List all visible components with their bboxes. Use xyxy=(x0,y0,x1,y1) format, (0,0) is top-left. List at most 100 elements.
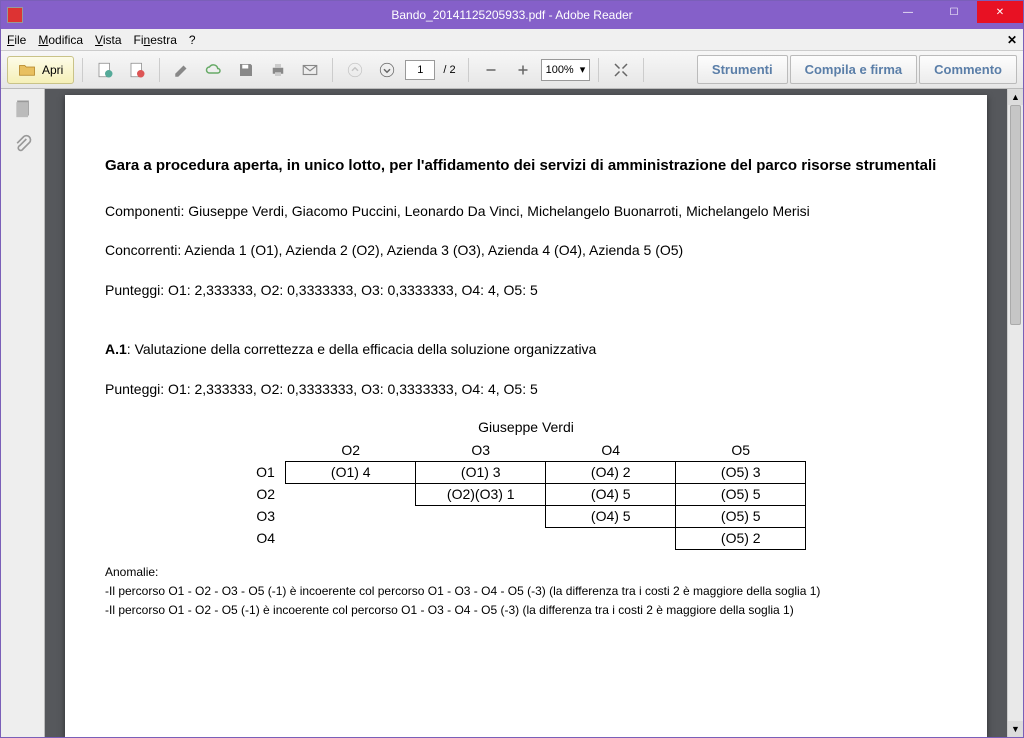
minus-icon xyxy=(482,61,500,79)
window-title: Bando_20141125205933.pdf - Adobe Reader xyxy=(391,8,632,22)
thumbnails-icon[interactable] xyxy=(13,97,33,119)
matrix-cell: (O1) 3 xyxy=(416,461,546,483)
pdf-export-icon xyxy=(128,61,146,79)
matrix-cell: (O5) 3 xyxy=(676,461,806,483)
read-mode-button[interactable] xyxy=(607,56,635,84)
expand-icon xyxy=(612,61,630,79)
page-up-button[interactable] xyxy=(341,56,369,84)
pdf-page: Gara a procedura aperta, in unico lotto,… xyxy=(65,95,987,737)
scroll-down-button[interactable]: ▼ xyxy=(1008,721,1023,737)
zoom-select[interactable]: 100%▾ xyxy=(541,59,591,81)
matrix-cell: (O1) 4 xyxy=(286,461,416,483)
menubar-close-icon[interactable]: ✕ xyxy=(1007,33,1017,47)
row-head: O2 xyxy=(246,483,286,505)
titlebar: Bando_20141125205933.pdf - Adobe Reader … xyxy=(1,1,1023,29)
vertical-scrollbar[interactable]: ▲ ▼ xyxy=(1007,89,1023,737)
document-viewport[interactable]: Gara a procedura aperta, in unico lotto,… xyxy=(45,89,1007,737)
a1-desc: : Valutazione della correttezza e della … xyxy=(127,341,597,357)
matrix-cell: (O4) 5 xyxy=(546,483,676,505)
comparison-matrix: Giuseppe Verdi O2 O3 O4 O5 O1 (O1) 4 xyxy=(105,419,947,550)
row-head: O1 xyxy=(246,461,286,483)
plus-icon xyxy=(514,61,532,79)
col-head: O4 xyxy=(546,439,676,461)
a1-id: A.1 xyxy=(105,341,127,357)
matrix-cell: (O4) 5 xyxy=(546,505,676,527)
app-window: Bando_20141125205933.pdf - Adobe Reader … xyxy=(0,0,1024,738)
doc-title: Gara a procedura aperta, in unico lotto,… xyxy=(105,155,947,178)
tab-compila[interactable]: Compila e firma xyxy=(790,55,918,84)
separator xyxy=(643,58,644,82)
pdf-export-button[interactable] xyxy=(123,56,151,84)
anomaly-line: -Il percorso O1 - O2 - O3 - O5 (-1) è in… xyxy=(105,583,947,600)
window-buttons: — ☐ ✕ xyxy=(885,1,1023,23)
page-input[interactable] xyxy=(405,60,435,80)
page-down-button[interactable] xyxy=(373,56,401,84)
tab-strumenti[interactable]: Strumenti xyxy=(697,55,788,84)
anomaly-line: -Il percorso O1 - O2 - O5 (-1) è incoere… xyxy=(105,602,947,619)
content-area: Gara a procedura aperta, in unico lotto,… xyxy=(1,89,1023,737)
page-total: / 2 xyxy=(443,64,455,76)
matrix-cell: (O5) 2 xyxy=(676,527,806,549)
concorrenti-line: Concorrenti: Azienda 1 (O1), Azienda 2 (… xyxy=(105,241,947,261)
separator xyxy=(332,58,333,82)
menubar: File Modifica Vista Finestra ? ✕ xyxy=(1,29,1023,51)
attachments-icon[interactable] xyxy=(13,133,33,155)
maximize-button[interactable]: ☐ xyxy=(931,1,977,23)
open-label: Apri xyxy=(42,63,63,77)
scroll-thumb[interactable] xyxy=(1010,105,1021,325)
separator xyxy=(159,58,160,82)
anomalies-section: Anomalie: -Il percorso O1 - O2 - O3 - O5… xyxy=(105,564,947,618)
separator xyxy=(82,58,83,82)
matrix-table: O2 O3 O4 O5 O1 (O1) 4 (O1) 3 (O4) 2 (O5)… xyxy=(246,439,807,550)
minimize-button[interactable]: — xyxy=(885,1,931,23)
arrow-up-icon xyxy=(346,61,364,79)
app-icon xyxy=(7,7,23,23)
floppy-icon xyxy=(237,61,255,79)
menu-finestra[interactable]: Finestra xyxy=(134,33,177,47)
email-button[interactable] xyxy=(296,56,324,84)
cloud-button[interactable] xyxy=(200,56,228,84)
section-a1: A.1: Valutazione della correttezza e del… xyxy=(105,340,947,360)
chevron-down-icon: ▾ xyxy=(580,63,586,76)
col-head: O5 xyxy=(676,439,806,461)
menu-help[interactable]: ? xyxy=(189,33,196,47)
open-button[interactable]: Apri xyxy=(7,56,74,84)
punteggi-line-1: Punteggi: O1: 2,333333, O2: 0,3333333, O… xyxy=(105,281,947,301)
menu-modifica[interactable]: Modifica xyxy=(38,33,83,47)
menu-vista[interactable]: Vista xyxy=(95,33,121,47)
pencil-icon xyxy=(173,61,191,79)
close-button[interactable]: ✕ xyxy=(977,1,1023,23)
separator xyxy=(468,58,469,82)
matrix-cell: (O5) 5 xyxy=(676,483,806,505)
zoom-in-button[interactable] xyxy=(509,56,537,84)
row-head: O4 xyxy=(246,527,286,549)
menu-file[interactable]: File xyxy=(7,33,26,47)
right-panel-tabs: Strumenti Compila e firma Commento xyxy=(697,55,1017,84)
cloud-icon xyxy=(205,61,223,79)
matrix-cell: (O2)(O3) 1 xyxy=(416,483,546,505)
scroll-up-button[interactable]: ▲ xyxy=(1008,89,1023,105)
folder-icon xyxy=(18,61,36,79)
componenti-line: Componenti: Giuseppe Verdi, Giacomo Pucc… xyxy=(105,202,947,222)
col-head: O2 xyxy=(286,439,416,461)
toolbar: Apri / 2 100%▾ Strumenti Compila e firma… xyxy=(1,51,1023,89)
separator xyxy=(598,58,599,82)
tab-commento[interactable]: Commento xyxy=(919,55,1017,84)
pdf-create-icon xyxy=(96,61,114,79)
save-button[interactable] xyxy=(232,56,260,84)
printer-icon xyxy=(269,61,287,79)
envelope-icon xyxy=(301,61,319,79)
sidebar xyxy=(1,89,45,737)
zoom-out-button[interactable] xyxy=(477,56,505,84)
arrow-down-icon xyxy=(378,61,396,79)
pdf-create-button[interactable] xyxy=(91,56,119,84)
print-button[interactable] xyxy=(264,56,292,84)
anomalies-label: Anomalie: xyxy=(105,564,947,581)
punteggi-line-2: Punteggi: O1: 2,333333, O2: 0,3333333, O… xyxy=(105,380,947,400)
matrix-cell: (O4) 2 xyxy=(546,461,676,483)
matrix-judge: Giuseppe Verdi xyxy=(105,419,947,435)
matrix-cell: (O5) 5 xyxy=(676,505,806,527)
edit-button[interactable] xyxy=(168,56,196,84)
col-head: O3 xyxy=(416,439,546,461)
row-head: O3 xyxy=(246,505,286,527)
